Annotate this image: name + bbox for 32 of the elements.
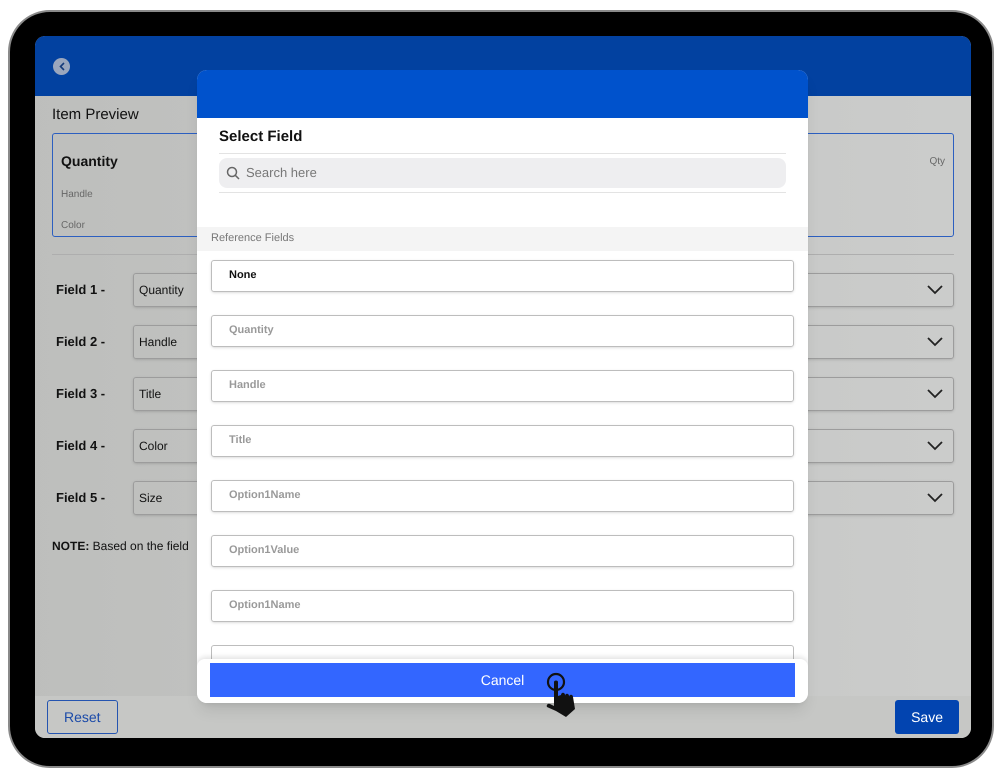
option-row[interactable]: Title [211, 424, 794, 456]
preview-title: Quantity [61, 152, 119, 171]
field-label: Field 1 - [55, 280, 106, 299]
dialog-title: Select Field [219, 126, 786, 154]
preview-line: Handle [61, 188, 94, 202]
chevron-down-icon [927, 388, 943, 398]
option-row[interactable]: Quantity [211, 314, 794, 346]
chevron-down-icon [927, 492, 943, 502]
note-text: NOTE: Based on the field [52, 538, 189, 554]
search-field[interactable]: Search here [219, 158, 786, 188]
search-icon [226, 166, 240, 180]
back-button[interactable] [53, 58, 70, 74]
cancel-button[interactable]: Cancel [210, 663, 795, 697]
chevron-down-icon [927, 284, 943, 294]
preview-line: Color [61, 218, 86, 232]
preview-qty: Qty [929, 154, 945, 168]
field-label: Field 3 - [55, 384, 106, 403]
option-row[interactable]: Option1Value [211, 534, 794, 566]
chevron-left-icon [58, 62, 64, 70]
field-label: Field 4 - [55, 436, 106, 455]
field-label: Field 5 - [55, 488, 106, 507]
reset-button[interactable]: Reset [47, 700, 118, 734]
chevron-down-icon [927, 440, 943, 450]
option-row[interactable]: Handle [211, 370, 794, 402]
option-row[interactable]: Option1Name [211, 590, 794, 622]
option-row[interactable]: None [211, 260, 794, 292]
option-row[interactable]: Option1Name [211, 480, 794, 512]
field-label: Field 2 - [55, 332, 106, 351]
save-button[interactable]: Save [895, 700, 959, 734]
section-title: Item Preview [52, 105, 140, 125]
chevron-down-icon [927, 336, 943, 346]
section-header: Reference Fields [197, 226, 808, 250]
